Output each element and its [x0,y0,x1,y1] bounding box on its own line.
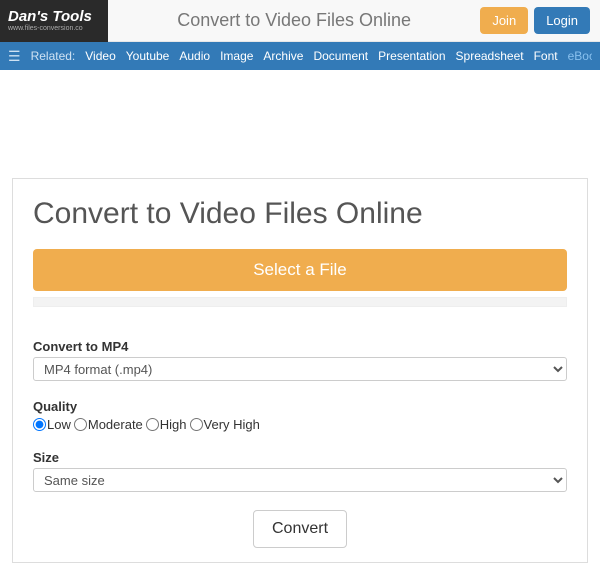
card-heading: Convert to Video Files Online [33,197,567,231]
spacer [0,70,600,178]
quality-low-radio[interactable] [33,418,46,431]
brand-box[interactable]: Dan's Tools www.files-conversion.co [0,0,108,42]
file-select-wrap: Select a File [33,249,567,291]
convert-button[interactable]: Convert [253,510,347,548]
nav-link-spreadsheet[interactable]: Spreadsheet [456,49,524,63]
auth-buttons: Join Login [480,7,600,34]
nav-link-youtube[interactable]: Youtube [126,49,170,63]
topbar: Dan's Tools www.files-conversion.co Conv… [0,0,600,42]
join-button[interactable]: Join [480,7,528,34]
related-label: Related: [31,49,76,63]
navbar: ☰ Related: Video Youtube Audio Image Arc… [0,42,600,70]
convert-wrap: Convert [33,510,567,548]
quality-low-label[interactable]: Low [33,417,71,432]
size-select[interactable]: Same size [33,468,567,492]
quality-moderate-radio[interactable] [74,418,87,431]
nav-link-ebook[interactable]: eBook [568,49,592,63]
convert-to-label: Convert to MP4 [33,339,567,354]
nav-link-font[interactable]: Font [534,49,558,63]
nav-link-document[interactable]: Document [313,49,368,63]
quality-high-radio[interactable] [146,418,159,431]
quality-moderate-label[interactable]: Moderate [74,417,143,432]
nav-link-presentation[interactable]: Presentation [378,49,445,63]
login-button[interactable]: Login [534,7,590,34]
brand-url: www.files-conversion.co [8,25,100,32]
quality-radio-group: Low Moderate High Very High [33,417,567,432]
nav-links: Video Youtube Audio Image Archive Docume… [85,49,592,63]
nav-link-image[interactable]: Image [220,49,253,63]
quality-high-label[interactable]: High [146,417,187,432]
select-file-button[interactable]: Select a File [33,249,567,291]
nav-link-video[interactable]: Video [85,49,115,63]
size-label: Size [33,450,567,465]
hamburger-icon[interactable]: ☰ [8,48,21,65]
brand-title: Dan's Tools [8,9,100,24]
page-title: Convert to Video Files Online [108,10,480,31]
file-progress-bar [33,297,567,307]
converter-card: Convert to Video Files Online Select a F… [12,178,588,563]
nav-link-archive[interactable]: Archive [263,49,303,63]
quality-veryhigh-radio[interactable] [190,418,203,431]
format-select[interactable]: MP4 format (.mp4) [33,357,567,381]
quality-veryhigh-label[interactable]: Very High [190,417,260,432]
quality-label: Quality [33,399,567,414]
nav-link-audio[interactable]: Audio [179,49,210,63]
